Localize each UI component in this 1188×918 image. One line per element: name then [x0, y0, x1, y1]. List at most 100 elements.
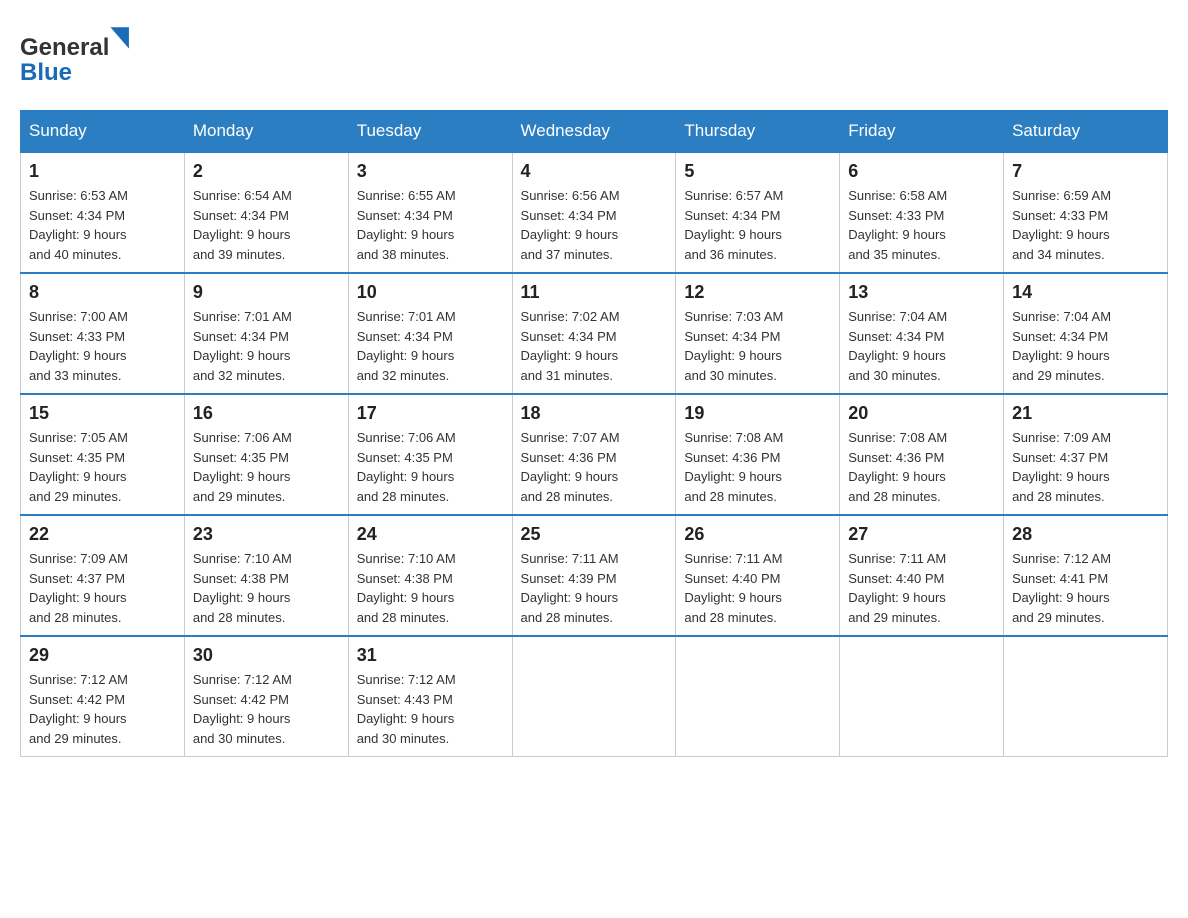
day-number: 8 — [29, 282, 176, 303]
calendar-cell: 25 Sunrise: 7:11 AM Sunset: 4:39 PM Dayl… — [512, 515, 676, 636]
day-number: 18 — [521, 403, 668, 424]
calendar-cell: 3 Sunrise: 6:55 AM Sunset: 4:34 PM Dayli… — [348, 152, 512, 273]
day-info: Sunrise: 7:12 AM Sunset: 4:41 PM Dayligh… — [1012, 549, 1159, 627]
calendar-cell: 17 Sunrise: 7:06 AM Sunset: 4:35 PM Dayl… — [348, 394, 512, 515]
day-number: 22 — [29, 524, 176, 545]
calendar-cell: 12 Sunrise: 7:03 AM Sunset: 4:34 PM Dayl… — [676, 273, 840, 394]
calendar-cell — [512, 636, 676, 757]
calendar-cell — [676, 636, 840, 757]
day-number: 30 — [193, 645, 340, 666]
weekday-header-tuesday: Tuesday — [348, 111, 512, 153]
weekday-header-friday: Friday — [840, 111, 1004, 153]
day-number: 31 — [357, 645, 504, 666]
week-row-2: 8 Sunrise: 7:00 AM Sunset: 4:33 PM Dayli… — [21, 273, 1168, 394]
calendar-cell: 31 Sunrise: 7:12 AM Sunset: 4:43 PM Dayl… — [348, 636, 512, 757]
calendar-table: SundayMondayTuesdayWednesdayThursdayFrid… — [20, 110, 1168, 757]
day-number: 20 — [848, 403, 995, 424]
day-info: Sunrise: 7:00 AM Sunset: 4:33 PM Dayligh… — [29, 307, 176, 385]
day-number: 13 — [848, 282, 995, 303]
calendar-cell: 16 Sunrise: 7:06 AM Sunset: 4:35 PM Dayl… — [184, 394, 348, 515]
weekday-header-row: SundayMondayTuesdayWednesdayThursdayFrid… — [21, 111, 1168, 153]
week-row-5: 29 Sunrise: 7:12 AM Sunset: 4:42 PM Dayl… — [21, 636, 1168, 757]
day-info: Sunrise: 6:56 AM Sunset: 4:34 PM Dayligh… — [521, 186, 668, 264]
logo-svg: General Blue — [20, 20, 140, 90]
day-number: 21 — [1012, 403, 1159, 424]
day-number: 10 — [357, 282, 504, 303]
day-info: Sunrise: 7:01 AM Sunset: 4:34 PM Dayligh… — [193, 307, 340, 385]
calendar-cell: 21 Sunrise: 7:09 AM Sunset: 4:37 PM Dayl… — [1004, 394, 1168, 515]
calendar-cell: 6 Sunrise: 6:58 AM Sunset: 4:33 PM Dayli… — [840, 152, 1004, 273]
day-number: 16 — [193, 403, 340, 424]
day-info: Sunrise: 7:11 AM Sunset: 4:40 PM Dayligh… — [684, 549, 831, 627]
weekday-header-thursday: Thursday — [676, 111, 840, 153]
day-info: Sunrise: 7:08 AM Sunset: 4:36 PM Dayligh… — [848, 428, 995, 506]
calendar-cell: 2 Sunrise: 6:54 AM Sunset: 4:34 PM Dayli… — [184, 152, 348, 273]
day-info: Sunrise: 7:08 AM Sunset: 4:36 PM Dayligh… — [684, 428, 831, 506]
day-info: Sunrise: 6:59 AM Sunset: 4:33 PM Dayligh… — [1012, 186, 1159, 264]
day-number: 2 — [193, 161, 340, 182]
calendar-cell: 7 Sunrise: 6:59 AM Sunset: 4:33 PM Dayli… — [1004, 152, 1168, 273]
calendar-cell: 18 Sunrise: 7:07 AM Sunset: 4:36 PM Dayl… — [512, 394, 676, 515]
day-number: 14 — [1012, 282, 1159, 303]
day-info: Sunrise: 7:04 AM Sunset: 4:34 PM Dayligh… — [1012, 307, 1159, 385]
weekday-header-wednesday: Wednesday — [512, 111, 676, 153]
calendar-cell: 13 Sunrise: 7:04 AM Sunset: 4:34 PM Dayl… — [840, 273, 1004, 394]
day-info: Sunrise: 6:54 AM Sunset: 4:34 PM Dayligh… — [193, 186, 340, 264]
calendar-cell: 20 Sunrise: 7:08 AM Sunset: 4:36 PM Dayl… — [840, 394, 1004, 515]
calendar-cell: 27 Sunrise: 7:11 AM Sunset: 4:40 PM Dayl… — [840, 515, 1004, 636]
day-info: Sunrise: 7:12 AM Sunset: 4:43 PM Dayligh… — [357, 670, 504, 748]
day-number: 9 — [193, 282, 340, 303]
calendar-cell: 22 Sunrise: 7:09 AM Sunset: 4:37 PM Dayl… — [21, 515, 185, 636]
svg-text:Blue: Blue — [20, 59, 72, 86]
weekday-header-saturday: Saturday — [1004, 111, 1168, 153]
calendar-cell: 1 Sunrise: 6:53 AM Sunset: 4:34 PM Dayli… — [21, 152, 185, 273]
day-number: 12 — [684, 282, 831, 303]
calendar-cell: 29 Sunrise: 7:12 AM Sunset: 4:42 PM Dayl… — [21, 636, 185, 757]
day-number: 5 — [684, 161, 831, 182]
calendar-cell: 19 Sunrise: 7:08 AM Sunset: 4:36 PM Dayl… — [676, 394, 840, 515]
day-number: 7 — [1012, 161, 1159, 182]
day-info: Sunrise: 7:10 AM Sunset: 4:38 PM Dayligh… — [357, 549, 504, 627]
day-info: Sunrise: 7:09 AM Sunset: 4:37 PM Dayligh… — [29, 549, 176, 627]
day-number: 3 — [357, 161, 504, 182]
day-number: 28 — [1012, 524, 1159, 545]
day-info: Sunrise: 7:07 AM Sunset: 4:36 PM Dayligh… — [521, 428, 668, 506]
day-number: 29 — [29, 645, 176, 666]
calendar-cell: 4 Sunrise: 6:56 AM Sunset: 4:34 PM Dayli… — [512, 152, 676, 273]
day-info: Sunrise: 7:12 AM Sunset: 4:42 PM Dayligh… — [29, 670, 176, 748]
day-number: 11 — [521, 282, 668, 303]
calendar-cell: 26 Sunrise: 7:11 AM Sunset: 4:40 PM Dayl… — [676, 515, 840, 636]
calendar-cell: 23 Sunrise: 7:10 AM Sunset: 4:38 PM Dayl… — [184, 515, 348, 636]
day-info: Sunrise: 7:01 AM Sunset: 4:34 PM Dayligh… — [357, 307, 504, 385]
day-info: Sunrise: 7:11 AM Sunset: 4:40 PM Dayligh… — [848, 549, 995, 627]
day-number: 25 — [521, 524, 668, 545]
day-info: Sunrise: 7:05 AM Sunset: 4:35 PM Dayligh… — [29, 428, 176, 506]
day-info: Sunrise: 7:10 AM Sunset: 4:38 PM Dayligh… — [193, 549, 340, 627]
day-info: Sunrise: 6:57 AM Sunset: 4:34 PM Dayligh… — [684, 186, 831, 264]
day-info: Sunrise: 7:09 AM Sunset: 4:37 PM Dayligh… — [1012, 428, 1159, 506]
day-number: 19 — [684, 403, 831, 424]
calendar-cell — [840, 636, 1004, 757]
day-info: Sunrise: 7:06 AM Sunset: 4:35 PM Dayligh… — [193, 428, 340, 506]
calendar-cell: 15 Sunrise: 7:05 AM Sunset: 4:35 PM Dayl… — [21, 394, 185, 515]
calendar-cell: 14 Sunrise: 7:04 AM Sunset: 4:34 PM Dayl… — [1004, 273, 1168, 394]
day-number: 23 — [193, 524, 340, 545]
day-info: Sunrise: 6:53 AM Sunset: 4:34 PM Dayligh… — [29, 186, 176, 264]
page-header: General Blue — [20, 20, 1168, 90]
day-number: 27 — [848, 524, 995, 545]
day-info: Sunrise: 7:11 AM Sunset: 4:39 PM Dayligh… — [521, 549, 668, 627]
day-number: 15 — [29, 403, 176, 424]
day-number: 1 — [29, 161, 176, 182]
logo-area: General Blue — [20, 20, 140, 90]
day-number: 24 — [357, 524, 504, 545]
week-row-1: 1 Sunrise: 6:53 AM Sunset: 4:34 PM Dayli… — [21, 152, 1168, 273]
svg-text:General: General — [20, 34, 109, 61]
calendar-cell — [1004, 636, 1168, 757]
day-number: 17 — [357, 403, 504, 424]
calendar-cell: 24 Sunrise: 7:10 AM Sunset: 4:38 PM Dayl… — [348, 515, 512, 636]
day-info: Sunrise: 7:02 AM Sunset: 4:34 PM Dayligh… — [521, 307, 668, 385]
calendar-cell: 5 Sunrise: 6:57 AM Sunset: 4:34 PM Dayli… — [676, 152, 840, 273]
day-info: Sunrise: 6:55 AM Sunset: 4:34 PM Dayligh… — [357, 186, 504, 264]
day-number: 26 — [684, 524, 831, 545]
day-info: Sunrise: 6:58 AM Sunset: 4:33 PM Dayligh… — [848, 186, 995, 264]
